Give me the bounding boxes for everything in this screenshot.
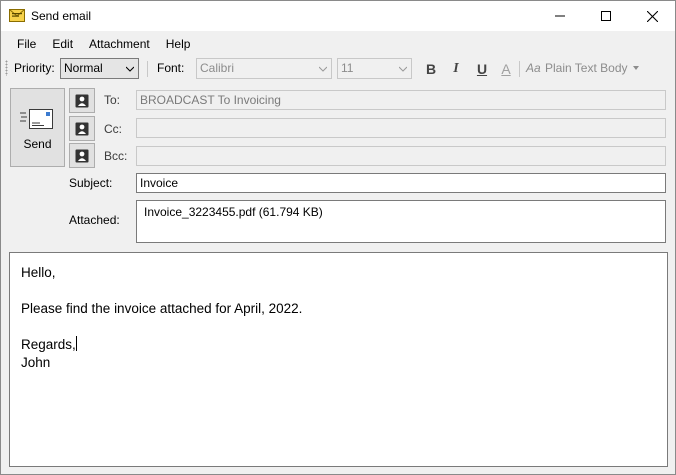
underline-button[interactable]: U — [472, 59, 492, 79]
window-footer — [1, 468, 675, 474]
attachments-list[interactable]: Invoice_3223455.pdf (61.794 KB) — [136, 200, 666, 243]
priority-value: Normal — [64, 61, 103, 75]
bcc-field[interactable] — [136, 146, 666, 166]
caret-down-icon[interactable] — [633, 66, 639, 70]
send-label: Send — [23, 137, 52, 151]
toolbar-separator — [519, 61, 520, 77]
close-button[interactable] — [629, 1, 675, 31]
send-email-window: Send email File Edit Attachment Help Pri… — [0, 0, 676, 475]
chevron-down-icon — [126, 66, 134, 72]
menu-attachment[interactable]: Attachment — [81, 34, 158, 54]
contact-card-icon — [75, 122, 89, 135]
text-caret — [75, 336, 77, 351]
maximize-button[interactable] — [583, 1, 629, 31]
font-size-select[interactable]: 11 — [337, 58, 412, 79]
body-line — [21, 318, 656, 336]
cc-field[interactable] — [136, 118, 666, 138]
toolbar-separator — [147, 61, 148, 77]
menu-bar: File Edit Attachment Help — [1, 34, 198, 54]
priority-select[interactable]: Normal — [60, 58, 139, 79]
body-line — [21, 282, 656, 300]
font-label: Font: — [157, 61, 185, 75]
subject-label: Subject: — [69, 176, 113, 190]
attachment-item[interactable]: Invoice_3223455.pdf (61.794 KB) — [144, 205, 323, 219]
minimize-icon — [555, 15, 565, 17]
to-address-book-button[interactable] — [69, 88, 95, 113]
chevron-down-icon — [319, 66, 327, 72]
bold-button[interactable]: B — [421, 59, 441, 79]
body-line: Hello, — [21, 265, 56, 280]
font-color-button[interactable]: A — [496, 59, 516, 79]
body-line: Regards, — [21, 337, 76, 352]
format-toolbar: Priority: Normal Font: Calibri 11 B I U … — [1, 55, 675, 81]
title-bar: Send email — [1, 1, 675, 31]
body-style-select[interactable]: Plain Text Body — [545, 61, 628, 75]
bcc-label: Bcc: — [104, 149, 128, 163]
menu-help[interactable]: Help — [158, 34, 199, 54]
window-title: Send email — [31, 9, 92, 23]
italic-button[interactable]: I — [446, 59, 466, 79]
attached-label: Attached: — [69, 213, 120, 227]
message-body[interactable]: Hello, Please find the invoice attached … — [9, 252, 668, 467]
send-button[interactable]: Send — [10, 88, 65, 167]
bcc-address-book-button[interactable] — [69, 143, 95, 168]
contact-card-icon — [75, 94, 89, 107]
to-label: To: — [104, 93, 121, 107]
subject-field[interactable]: Invoice — [136, 173, 666, 193]
font-select[interactable]: Calibri — [196, 58, 332, 79]
font-value: Calibri — [200, 61, 235, 75]
envelope-icon — [9, 9, 25, 22]
maximize-icon — [601, 11, 611, 21]
toolbar-grip[interactable] — [5, 60, 8, 76]
chevron-down-icon — [399, 66, 407, 72]
font-size-value: 11 — [341, 61, 354, 75]
body-style-icon: Aa — [526, 61, 541, 75]
priority-label: Priority: — [14, 61, 55, 75]
menu-edit[interactable]: Edit — [44, 34, 81, 54]
body-line-with-caret: Regards, — [21, 336, 656, 354]
menu-file[interactable]: File — [1, 34, 44, 54]
send-mail-icon — [20, 109, 53, 129]
minimize-button[interactable] — [537, 1, 583, 31]
body-line: John — [21, 355, 51, 370]
to-field[interactable]: BROADCAST To Invoicing — [136, 90, 666, 110]
contact-card-icon — [75, 149, 89, 162]
body-line: Please find the invoice attached for Apr… — [21, 301, 303, 316]
close-icon — [646, 10, 658, 22]
cc-label: Cc: — [104, 122, 122, 136]
cc-address-book-button[interactable] — [69, 116, 95, 141]
